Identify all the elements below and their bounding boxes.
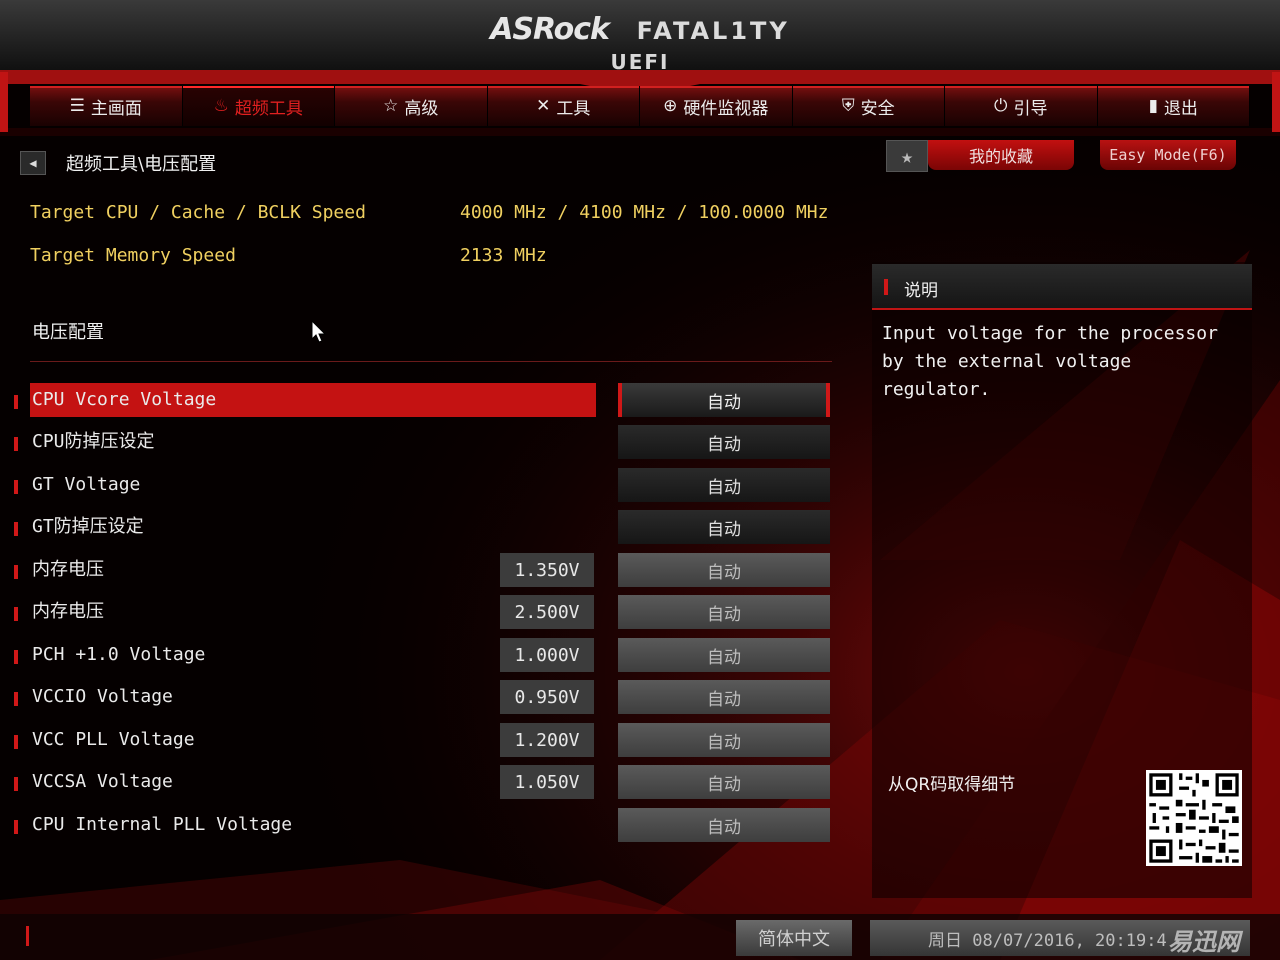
tab-tools[interactable]: ✕ 工具 <box>487 86 640 126</box>
setting-label: CPU Vcore Voltage <box>30 383 596 417</box>
mouse-pointer-icon <box>311 320 327 343</box>
setting-row-cpu-vcore[interactable]: CPU Vcore Voltage 自动 <box>14 383 834 419</box>
tab-oc-tweaker[interactable]: ♨ 超频工具 <box>182 86 335 126</box>
exit-door-icon: ▮ <box>1148 96 1158 116</box>
setting-row-cpu-internal-pll-voltage[interactable]: CPU Internal PLL Voltage 自动 <box>14 808 834 844</box>
setting-label: GT防掉压设定 <box>32 516 144 537</box>
current-voltage-readout: 1.000V <box>500 638 594 672</box>
tab-hardware-monitor[interactable]: ⊕ 硬件监视器 <box>640 86 793 126</box>
tab-label: 主画面 <box>90 98 142 119</box>
uefi-label: UEFI <box>610 50 670 74</box>
description-title: 说明 <box>904 281 938 301</box>
setting-label: CPU Internal PLL Voltage <box>32 814 293 835</box>
tab-label: 安全 <box>860 98 895 119</box>
tab-exit[interactable]: ▮ 退出 <box>1097 86 1250 126</box>
tools-icon: ✕ <box>536 96 551 116</box>
current-voltage-readout: 1.350V <box>500 553 594 587</box>
tab-main[interactable]: ☰ 主画面 <box>30 86 183 126</box>
setting-value-button[interactable]: 自动 <box>618 383 830 417</box>
setting-value-button[interactable]: 自动 <box>618 595 830 629</box>
qr-code-icon <box>1146 770 1242 866</box>
section-title: 电压配置 <box>32 322 104 343</box>
tab-label: 硬件监视器 <box>683 98 769 119</box>
star-icon: ★ <box>900 144 914 168</box>
tab-label: 超频工具 <box>234 98 303 119</box>
current-voltage-readout: 0.950V <box>500 680 594 714</box>
monitor-target-icon: ⊕ <box>663 96 678 116</box>
setting-row-cpu-llc[interactable]: CPU防掉压设定 自动 <box>14 425 834 461</box>
target-memory-speed-value: 2133 MHz <box>460 245 547 266</box>
setting-row-dram-vpp-voltage[interactable]: 内存电压 2.500V 自动 <box>14 595 834 631</box>
setting-value-button[interactable]: 自动 <box>618 638 830 672</box>
app-logo: ASRock FATAL1TY <box>0 12 1280 47</box>
setting-row-dram-voltage[interactable]: 内存电压 1.350V 自动 <box>14 553 834 589</box>
tab-label: 引导 <box>1013 98 1048 119</box>
tab-boot[interactable]: ⏻ 引导 <box>945 86 1098 126</box>
footer-marker <box>26 926 29 946</box>
series-logo: FATAL1TY <box>636 17 790 45</box>
tab-label: 工具 <box>556 98 591 119</box>
breadcrumb: 超频工具\电压配置 <box>66 154 217 175</box>
easy-mode-button[interactable]: Easy Mode(F6) <box>1100 140 1236 170</box>
row-marker <box>14 820 18 834</box>
setting-label: GT Voltage <box>32 474 141 495</box>
setting-label: CPU防掉压设定 <box>32 431 155 452</box>
row-marker <box>14 480 18 494</box>
setting-value-button[interactable]: 自动 <box>618 723 830 757</box>
back-arrow-icon: ◀ <box>29 156 37 170</box>
setting-row-pch-voltage[interactable]: PCH +1.0 Voltage 1.000V 自动 <box>14 638 834 674</box>
description-text: Input voltage for the processor by the e… <box>882 323 1218 400</box>
row-marker <box>14 777 18 791</box>
row-marker <box>14 735 18 749</box>
row-marker <box>14 650 18 664</box>
watermark: 易迅网 <box>1168 928 1240 956</box>
qr-code-caption: 从QR码取得细节 <box>888 775 1016 795</box>
power-icon: ⏻ <box>994 96 1008 116</box>
setting-value-button[interactable]: 自动 <box>618 425 830 459</box>
current-voltage-readout: 2.500V <box>500 595 594 629</box>
setting-row-vcc-pll-voltage[interactable]: VCC PLL Voltage 1.200V 自动 <box>14 723 834 759</box>
tab-label: 退出 <box>1163 98 1198 119</box>
tab-label: 高级 <box>404 98 439 119</box>
target-memory-speed-label: Target Memory Speed <box>30 245 236 266</box>
flame-icon: ♨ <box>213 96 229 116</box>
setting-row-vccio-voltage[interactable]: VCCIO Voltage 0.950V 自动 <box>14 680 834 716</box>
target-cpu-speed-value: 4000 MHz / 4100 MHz / 100.0000 MHz <box>460 202 829 223</box>
section-divider <box>30 361 832 362</box>
favorite-star-button[interactable]: ★ <box>886 140 928 172</box>
row-marker <box>14 437 18 451</box>
tab-advanced[interactable]: ☆ 高级 <box>335 86 488 126</box>
row-marker <box>14 565 18 579</box>
setting-value-button[interactable]: 自动 <box>618 468 830 502</box>
setting-value-button[interactable]: 自动 <box>618 510 830 544</box>
list-icon: ☰ <box>69 96 85 116</box>
back-button[interactable]: ◀ <box>20 151 46 175</box>
setting-value-button[interactable]: 自动 <box>618 808 830 842</box>
row-marker <box>14 607 18 621</box>
row-marker <box>14 692 18 706</box>
row-marker <box>14 522 18 536</box>
setting-row-gt-llc[interactable]: GT防掉压设定 自动 <box>14 510 834 546</box>
star-arrow-icon: ☆ <box>383 96 399 116</box>
description-marker <box>884 279 888 295</box>
row-marker <box>14 395 18 409</box>
setting-row-vccsa-voltage[interactable]: VCCSA Voltage 1.050V 自动 <box>14 765 834 801</box>
main-tab-bar: ☰ 主画面 ♨ 超频工具 ☆ 高级 ✕ 工具 ⊕ 硬件监视器 ⛨ 安全 ⏻ 引导… <box>30 86 1250 126</box>
my-favorites-button[interactable]: 我的收藏 <box>928 140 1074 170</box>
setting-value-button[interactable]: 自动 <box>618 680 830 714</box>
current-voltage-readout: 1.200V <box>500 723 594 757</box>
tab-security[interactable]: ⛨ 安全 <box>792 86 945 126</box>
current-voltage-readout: 1.050V <box>500 765 594 799</box>
shield-icon: ⛨ <box>841 96 855 116</box>
target-cpu-speed-label: Target CPU / Cache / BCLK Speed <box>30 202 366 223</box>
brand-logo: ASRock <box>490 12 610 47</box>
setting-row-gt-voltage[interactable]: GT Voltage 自动 <box>14 468 834 504</box>
setting-value-button[interactable]: 自动 <box>618 553 830 587</box>
language-button[interactable]: 简体中文 <box>736 920 852 956</box>
setting-value-button[interactable]: 自动 <box>618 765 830 799</box>
